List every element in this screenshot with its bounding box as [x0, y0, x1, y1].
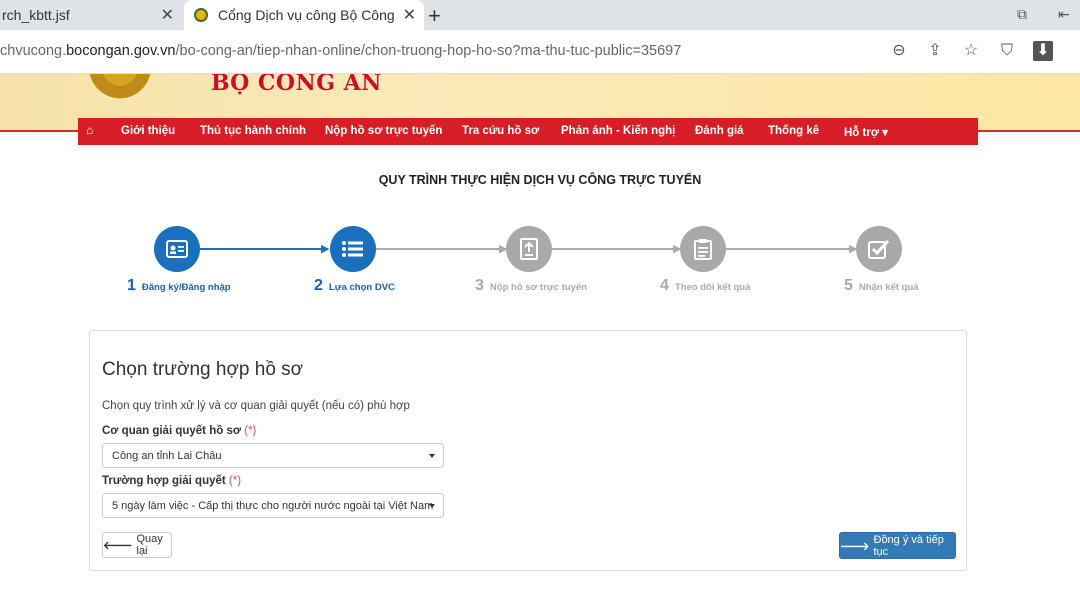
- zoom-out-icon[interactable]: ⊖: [889, 41, 909, 61]
- caret-down-icon: [429, 454, 435, 458]
- url-field[interactable]: chvucong.bocongan.gov.vn/bo-cong-an/tiep…: [0, 43, 681, 59]
- step-number: 4: [660, 277, 669, 294]
- nav-item-danh-gia[interactable]: Đánh giá: [695, 125, 744, 137]
- agency-label: Cơ quan giải quyết hồ sơ (*): [102, 425, 256, 437]
- back-arrow-icon[interactable]: ⇤: [1058, 6, 1070, 23]
- case-label-text: Trường hợp giải quyết: [102, 475, 226, 487]
- favicon-icon: [194, 8, 208, 22]
- step-connector: [552, 248, 680, 250]
- required-mark: (*): [244, 425, 257, 437]
- address-bar: chvucong.bocongan.gov.vn/bo-cong-an/tiep…: [0, 30, 1080, 74]
- browser-tab-bar: rch_kbtt.jsf ✕ Cổng Dịch vụ công Bộ Công…: [0, 0, 1080, 30]
- close-icon[interactable]: ✕: [403, 5, 416, 25]
- process-title: QUY TRÌNH THỰC HIỆN DỊCH VỤ CÔNG TRỰC TU…: [378, 173, 702, 187]
- step-3-circle: [506, 226, 552, 272]
- agency-select[interactable]: Công an tỉnh Lai Châu: [102, 443, 444, 468]
- panel-title: Chọn trường hợp hồ sơ: [102, 359, 304, 380]
- emblem-logo: [80, 74, 160, 99]
- step-text: Lựa chọn DVC: [328, 282, 395, 293]
- required-mark: (*): [228, 475, 242, 487]
- url-prefix: chvucong.: [0, 43, 67, 59]
- step-2-label: 2 Lựa chọn DVC: [314, 277, 395, 295]
- step-1-label: 1 Đăng ký/Đăng nhập: [127, 277, 231, 295]
- agency-select-value: Công an tỉnh Lai Châu: [112, 449, 222, 462]
- clipboard-icon: [694, 239, 712, 260]
- step-4-circle: [680, 226, 726, 272]
- step-3-label: 3 Nộp hồ sơ trực tuyến: [475, 277, 587, 295]
- step-text: Nhận kết quả: [858, 282, 919, 293]
- main-navbar: ⌂ Giới thiệu Thủ tục hành chính Nộp hồ s…: [78, 118, 978, 145]
- step-2-circle: [330, 226, 376, 272]
- url-host: bocongan.gov.vn: [66, 43, 176, 59]
- step-connector: [726, 248, 856, 250]
- new-tab-icon[interactable]: +: [428, 3, 441, 29]
- agency-label-text: Cơ quan giải quyết hồ sơ: [102, 425, 242, 437]
- nav-item-thu-tuc[interactable]: Thủ tục hành chính: [200, 125, 306, 137]
- close-icon[interactable]: ✕: [161, 5, 174, 25]
- nav-item-gioi-thieu[interactable]: Giới thiệu: [121, 125, 175, 137]
- arrow-right-icon: 🡒: [840, 540, 870, 553]
- caret-down-icon: [429, 504, 435, 508]
- step-connector: [200, 248, 328, 250]
- id-card-icon: [166, 240, 188, 258]
- share-icon[interactable]: ⇪: [925, 41, 945, 61]
- case-select-value: 5 ngày làm việc - Cấp thị thực cho người…: [112, 499, 434, 512]
- panel-description: Chọn quy trình xử lý và cơ quan giải quy…: [102, 400, 410, 412]
- case-selection-panel: Chọn trường hợp hồ sơ Chọn quy trình xử …: [89, 330, 967, 571]
- agree-continue-label: Đồng ý và tiếp tục: [873, 533, 944, 558]
- download-icon[interactable]: ⬇: [1033, 41, 1053, 61]
- step-5-circle: [856, 226, 902, 272]
- tab-title: Cổng Dịch vụ công Bộ Công: [218, 7, 395, 23]
- nav-item-phan-anh[interactable]: Phản ánh - Kiến nghị: [561, 125, 675, 137]
- nav-item-ho-tro[interactable]: Hỗ trợ ▾: [844, 125, 888, 139]
- shield-icon[interactable]: ⛉: [997, 41, 1017, 61]
- arrow-right-icon: ▶: [321, 243, 330, 255]
- step-number: 3: [475, 277, 484, 294]
- step-text: Nộp hồ sơ trực tuyến: [489, 282, 587, 293]
- nav-item-nop-ho-so[interactable]: Nộp hồ sơ trực tuyến: [325, 125, 442, 137]
- browser-tab-1[interactable]: rch_kbtt.jsf ✕: [0, 0, 182, 30]
- step-4-label: 4 Theo dõi kết quả: [660, 277, 750, 295]
- agree-continue-button[interactable]: 🡒 Đồng ý và tiếp tục: [839, 532, 956, 559]
- tab-title: rch_kbtt.jsf: [2, 7, 70, 23]
- step-number: 1: [127, 277, 136, 294]
- step-connector: [376, 248, 506, 250]
- step-text: Đăng ký/Đăng nhập: [141, 282, 231, 293]
- arrow-left-icon: 🡐: [103, 540, 133, 552]
- document-upload-icon: [520, 238, 538, 260]
- nav-item-tra-cuu[interactable]: Tra cứu hồ sơ: [462, 125, 539, 137]
- screen-search-icon[interactable]: ⧉: [1017, 6, 1027, 23]
- home-icon[interactable]: ⌂: [86, 123, 93, 137]
- back-button[interactable]: 🡐 Quay lại: [102, 532, 172, 558]
- nav-item-thong-ke[interactable]: Thống kê: [768, 125, 819, 137]
- brand-title: BỘ CÔNG AN: [211, 74, 382, 96]
- url-path: /bo-cong-an/tiep-nhan-online/chon-truong…: [175, 43, 682, 59]
- step-number: 2: [314, 277, 323, 294]
- list-icon: [342, 241, 363, 257]
- checkbox-icon: [868, 239, 890, 259]
- step-number: 5: [844, 277, 853, 294]
- browser-tab-2[interactable]: Cổng Dịch vụ công Bộ Công ✕: [184, 0, 424, 30]
- star-icon[interactable]: ☆: [961, 41, 981, 61]
- step-5-label: 5 Nhận kết quả: [844, 277, 919, 295]
- case-select[interactable]: 5 ngày làm việc - Cấp thị thực cho người…: [102, 493, 444, 518]
- case-label: Trường hợp giải quyết (*): [102, 475, 241, 487]
- step-1-circle: [154, 226, 200, 272]
- step-text: Theo dõi kết quả: [674, 282, 751, 293]
- back-button-label: Quay lại: [136, 533, 163, 557]
